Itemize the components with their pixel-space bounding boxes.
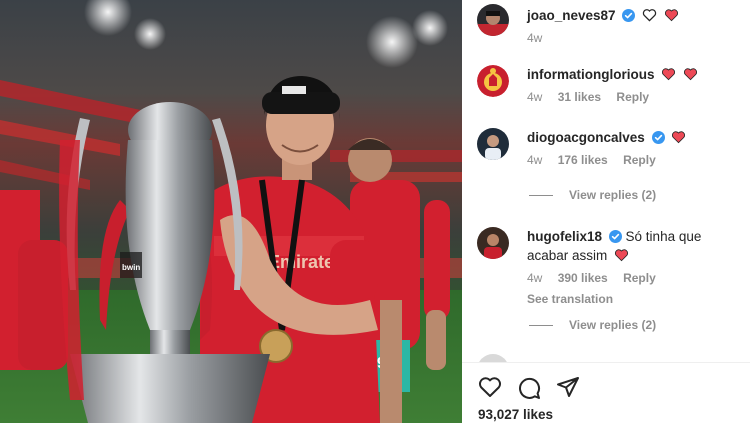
likes-count[interactable]: 390 likes [558, 271, 608, 285]
comment-icon[interactable] [517, 376, 541, 400]
comment-time: 4w [527, 271, 543, 285]
avatar[interactable] [477, 4, 509, 36]
likes-count[interactable]: 31 likes [558, 90, 601, 104]
post-photo[interactable]: 99 Emirates [0, 0, 462, 423]
heart-outline-icon [642, 9, 657, 22]
heart-filled-icon [672, 131, 686, 144]
username[interactable]: diogoacgoncalves [527, 130, 645, 145]
likes-count[interactable]: 176 likes [558, 153, 608, 167]
stadium-light [412, 10, 448, 46]
stadium-light [84, 0, 132, 36]
stadium-light [366, 16, 418, 68]
divider [529, 195, 553, 197]
verified-icon [622, 9, 636, 22]
see-translation-button[interactable]: See translation [527, 292, 744, 306]
post-likes-count[interactable]: 93,027 likes [478, 407, 553, 422]
stadium-light [134, 18, 166, 50]
svg-text:bwin: bwin [122, 263, 140, 272]
avatar[interactable] [477, 128, 509, 160]
avatar[interactable] [477, 65, 509, 97]
divider [462, 362, 750, 363]
avatar [477, 354, 509, 362]
username[interactable]: informationglorious [527, 67, 655, 82]
avatar[interactable] [477, 227, 509, 259]
divider [529, 325, 553, 327]
photo-illustration: 99 Emirates [0, 0, 462, 423]
like-icon[interactable] [478, 376, 502, 398]
reply-button[interactable]: Reply [623, 271, 656, 285]
share-icon[interactable] [556, 376, 580, 398]
heart-filled-icon [664, 9, 678, 22]
heart-filled-icon [615, 249, 629, 262]
username[interactable]: joao_neves87 [527, 8, 616, 23]
reply-button[interactable]: Reply [616, 90, 649, 104]
verified-icon [651, 131, 665, 144]
heart-filled-icon [684, 68, 697, 81]
comments-panel: joao_neves87 4w informationglorious 4w 3… [462, 0, 750, 423]
verified-icon [608, 230, 622, 243]
view-replies-button[interactable]: View replies (2) [529, 318, 656, 332]
post-time: 4w [527, 31, 543, 45]
view-replies-button[interactable]: View replies (2) [529, 188, 656, 202]
comment-time: 4w [527, 153, 543, 167]
comment-time: 4w [527, 90, 543, 104]
username[interactable]: hugofelix18 [527, 229, 602, 244]
reply-button[interactable]: Reply [623, 153, 656, 167]
heart-filled-icon [662, 68, 676, 81]
